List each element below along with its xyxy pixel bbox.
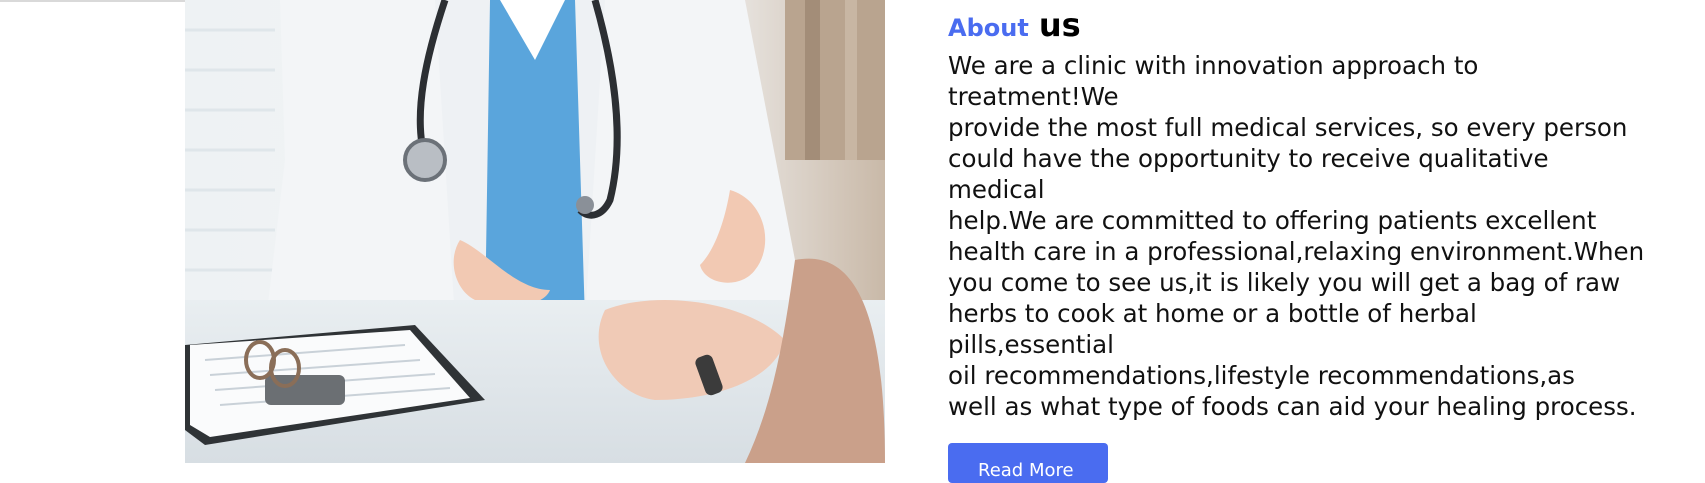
description-line: health care in a professional,relaxing e… (948, 237, 1645, 266)
description-line: could have the opportunity to receive qu… (948, 144, 1549, 173)
about-section: About us We are a clinic with innovation … (948, 8, 1698, 422)
about-heading: About us (948, 8, 1698, 44)
description-line: treatment!We (948, 82, 1119, 111)
description-line: help.We are committed to offering patien… (948, 206, 1597, 235)
description-line: oil recommendations,lifestyle recommenda… (948, 361, 1575, 390)
description-line: herbs to cook at home or a bottle of her… (948, 299, 1477, 328)
about-heading-accent: About (948, 14, 1029, 42)
description-line: pills,essential (948, 330, 1114, 359)
doctor-consultation-photo (185, 0, 885, 463)
description-line: medical (948, 175, 1045, 204)
top-divider (0, 0, 185, 2)
description-line: well as what type of foods can aid your … (948, 392, 1637, 421)
about-description: We are a clinic with innovation approach… (948, 50, 1698, 422)
about-heading-main: us (1038, 6, 1081, 44)
read-more-button[interactable]: Read More (948, 443, 1108, 483)
description-line: provide the most full medical services, … (948, 113, 1628, 142)
description-line: you come to see us,it is likely you will… (948, 268, 1621, 297)
description-line: We are a clinic with innovation approach… (948, 51, 1479, 80)
